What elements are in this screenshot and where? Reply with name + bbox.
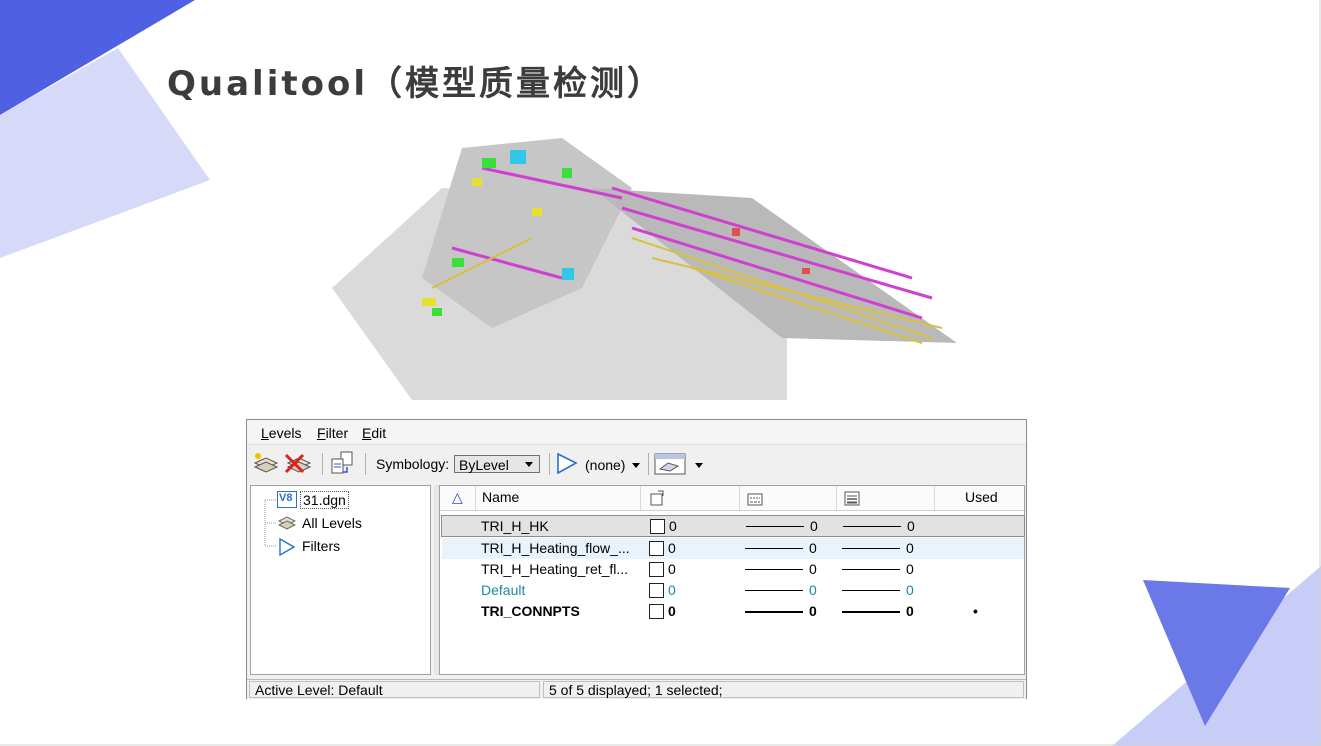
symbology-select[interactable]: ByLevel <box>454 455 540 473</box>
toolbar: Symbology: ByLevel (none) <box>247 444 1026 483</box>
toolbar-separator <box>365 453 366 475</box>
color-swatch[interactable] <box>649 562 664 577</box>
color-swatch[interactable] <box>649 541 664 556</box>
style-value: 0 <box>809 540 817 556</box>
mep-model-image <box>332 138 957 400</box>
table-row[interactable]: TRI_H_Heating_flow_... 0 0 0 <box>442 538 1024 559</box>
import-levels-icon[interactable] <box>329 450 357 476</box>
status-bar: Active Level: Default 5 of 5 displayed; … <box>247 679 1026 699</box>
column-weight[interactable] <box>837 486 935 510</box>
color-swatch[interactable] <box>649 583 664 598</box>
level-name: Default <box>481 582 526 598</box>
table-row[interactable]: TRI_CONNPTS 0 0 0 • <box>442 601 1024 622</box>
filter-value[interactable]: (none) <box>585 457 625 473</box>
column-name[interactable]: Name <box>476 486 641 510</box>
toolbar-separator <box>322 453 323 475</box>
level-name: TRI_H_HK <box>481 518 549 534</box>
weight-value: 0 <box>906 582 914 598</box>
tree-item-file[interactable]: 31.dgn <box>300 491 349 509</box>
line-style-sample <box>745 569 803 570</box>
line-style-column-icon <box>747 493 763 506</box>
color-value: 0 <box>669 518 677 534</box>
line-weight-sample <box>843 526 901 527</box>
style-value: 0 <box>810 518 818 534</box>
level-display-icon[interactable] <box>654 452 686 476</box>
color-swatch[interactable] <box>650 519 665 534</box>
line-weight-sample <box>842 569 900 570</box>
line-weight-sample <box>842 611 900 613</box>
toolbar-separator <box>648 453 649 475</box>
color-value: 0 <box>668 582 676 598</box>
column-style[interactable] <box>740 486 837 510</box>
status-active-level: Active Level: Default <box>249 681 540 698</box>
line-style-sample <box>745 611 803 613</box>
line-style-sample <box>745 548 803 549</box>
level-manager-dialog: Levels Filter Edit Symbology: ByLevel (n… <box>246 419 1027 699</box>
line-style-sample <box>745 590 803 591</box>
used-indicator: • <box>973 603 978 619</box>
menu-filter[interactable]: Filter <box>317 425 348 441</box>
style-value: 0 <box>809 582 817 598</box>
column-used[interactable]: Used <box>935 486 1024 510</box>
weight-value: 0 <box>906 561 914 577</box>
toolbar-separator <box>549 453 550 475</box>
color-column-icon <box>650 490 664 506</box>
filter-icon[interactable] <box>555 452 579 476</box>
filter-icon <box>279 538 296 556</box>
tree-item-filters[interactable]: Filters <box>302 538 340 554</box>
chevron-down-icon <box>525 462 533 467</box>
grid-header: △ Name Used <box>440 486 1024 511</box>
table-row[interactable]: Default 0 0 0 <box>442 580 1024 601</box>
color-value: 0 <box>668 561 676 577</box>
table-row[interactable]: TRI_H_Heating_ret_fl... 0 0 0 <box>442 559 1024 580</box>
column-color[interactable] <box>641 486 740 510</box>
level-name: TRI_CONNPTS <box>481 603 580 619</box>
menu-edit[interactable]: Edit <box>362 425 386 441</box>
symbology-label: Symbology: <box>376 456 450 472</box>
color-swatch[interactable] <box>649 604 664 619</box>
status-active-level-text: Active Level: Default <box>255 682 383 698</box>
menu-bar: Levels Filter Edit <box>247 420 1026 444</box>
menu-levels[interactable]: Levels <box>261 425 301 441</box>
symbology-value: ByLevel <box>459 457 509 473</box>
column-name-label: Name <box>482 489 520 505</box>
weight-value: 0 <box>907 518 915 534</box>
table-row[interactable]: TRI_H_HK 0 0 0 <box>441 515 1025 537</box>
weight-value: 0 <box>906 603 914 619</box>
status-count: 5 of 5 displayed; 1 selected; <box>543 681 1024 698</box>
level-tree: V8 31.dgn All Levels Filters <box>250 485 431 675</box>
level-name: TRI_H_Heating_flow_... <box>481 540 630 556</box>
line-style-sample <box>746 526 804 527</box>
display-dropdown-icon[interactable] <box>695 463 703 468</box>
column-sort[interactable]: △ <box>440 486 476 510</box>
filter-dropdown-icon[interactable] <box>632 463 640 468</box>
v8-file-icon: V8 <box>277 491 297 508</box>
column-used-label: Used <box>965 489 998 505</box>
line-weight-column-icon <box>844 491 860 506</box>
delete-level-icon[interactable] <box>283 451 313 475</box>
color-value: 0 <box>668 603 676 619</box>
level-name: TRI_H_Heating_ret_fl... <box>481 561 629 577</box>
line-weight-sample <box>842 548 900 549</box>
status-count-text: 5 of 5 displayed; 1 selected; <box>549 682 723 698</box>
tree-item-all-levels[interactable]: All Levels <box>302 515 362 531</box>
layers-icon <box>278 516 296 530</box>
sort-indicator-icon: △ <box>452 489 463 505</box>
style-value: 0 <box>809 561 817 577</box>
levels-grid: △ Name Used TRI_H_HK 0 0 0 TRI_H_Heating… <box>439 485 1025 675</box>
line-weight-sample <box>842 590 900 591</box>
new-level-icon[interactable] <box>252 451 280 475</box>
color-value: 0 <box>668 540 676 556</box>
v8-badge: V8 <box>279 492 293 504</box>
style-value: 0 <box>809 603 817 619</box>
weight-value: 0 <box>906 540 914 556</box>
slide-title: Qualitool（模型质量检测） <box>167 64 664 104</box>
